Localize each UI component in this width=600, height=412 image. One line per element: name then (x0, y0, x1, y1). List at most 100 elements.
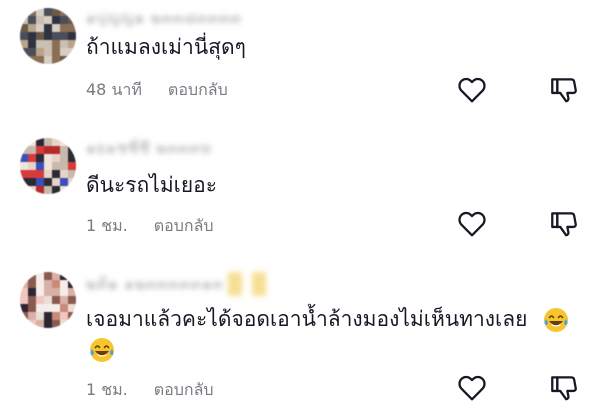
heart-outline-icon[interactable] (456, 208, 488, 240)
comment-item: ๒๓ี๑ ๑๒๓๓๓๓๓๑๓ เจอมาแล้วคะได้จอดเอาน้ำล้… (0, 262, 600, 412)
avatar-pixel (28, 146, 36, 154)
avatar-pixel (20, 16, 28, 24)
avatar-pixel (28, 40, 36, 48)
avatar-pixel (52, 170, 60, 178)
avatar[interactable] (20, 8, 76, 64)
avatar-pixel (60, 16, 68, 24)
avatar-pixel (28, 186, 36, 194)
avatar-pixel (36, 154, 44, 162)
username[interactable]: ๑บุ่ญญ๑ ๒๓๓๘๓๓๓๓ (86, 6, 242, 30)
avatar-pixel (36, 8, 44, 16)
avatar-pixel (52, 24, 60, 32)
avatar-pixel (68, 186, 76, 194)
avatar-pixel (68, 170, 76, 178)
avatar-pixel (44, 312, 52, 320)
avatar-pixel (20, 48, 28, 56)
reply-button[interactable]: ตอบกลับ (154, 214, 214, 239)
avatar-pixel (44, 8, 52, 16)
avatar-pixel (44, 288, 52, 296)
avatar-pixel (36, 312, 44, 320)
avatar-pixel (20, 186, 28, 194)
avatar-pixel (52, 40, 60, 48)
avatar-pixel (68, 272, 76, 280)
reply-button[interactable]: ตอบกลับ (154, 378, 214, 403)
laughing-tears-emoji (90, 338, 114, 362)
avatar-pixel (60, 162, 68, 170)
avatar-pixel (52, 16, 60, 24)
timestamp: 1 ชม. (86, 216, 128, 235)
avatar-pixel (36, 24, 44, 32)
avatar-pixel (52, 272, 60, 280)
avatar-pixel (20, 138, 28, 146)
avatar-pixel (68, 138, 76, 146)
avatar-pixel (20, 154, 28, 162)
username[interactable]: ๑ย๑ชซี่ซี ๒๓๓๓ษ (86, 136, 212, 160)
avatar-pixel (28, 320, 36, 328)
avatar-pixel (36, 288, 44, 296)
username[interactable]: ๒๓ี๑ ๑๒๓๓๓๓๓๑๓ (86, 272, 266, 296)
avatar-pixel (68, 288, 76, 296)
avatar-pixel (36, 272, 44, 280)
avatar-pixel (36, 138, 44, 146)
avatar-pixel (28, 272, 36, 280)
avatar-pixel (36, 40, 44, 48)
avatar-pixel (36, 32, 44, 40)
thumbs-down-outline-icon[interactable] (548, 208, 580, 240)
avatar-pixel (60, 40, 68, 48)
heart-outline-icon[interactable] (456, 74, 488, 106)
avatar-pixel (52, 138, 60, 146)
avatar-pixel (20, 280, 28, 288)
avatar-pixel (28, 48, 36, 56)
thumbs-down-outline-icon[interactable] (548, 74, 580, 106)
thumbs-down-outline-icon[interactable] (548, 372, 580, 404)
avatar-pixel (52, 48, 60, 56)
avatar-pixel (28, 178, 36, 186)
avatar-pixel (20, 56, 28, 64)
avatar-pixel (20, 170, 28, 178)
avatar-pixel (44, 24, 52, 32)
avatar-pixel (20, 24, 28, 32)
heart-outline-icon[interactable] (456, 372, 488, 404)
avatar-pixel (44, 138, 52, 146)
avatar-pixel (36, 320, 44, 328)
comment-text: ดีนะรถไม่เยอะ (86, 173, 218, 197)
comment-item: ๑ย๑ชซี่ซี ๒๓๓๓ษ ดีนะรถไม่เยอะ 1 ชม. ตอบก… (0, 130, 600, 260)
avatar-pixel (68, 320, 76, 328)
avatar-pixel (28, 304, 36, 312)
avatar-pixel (52, 56, 60, 64)
avatar-pixel (44, 48, 52, 56)
avatar-pixel (44, 16, 52, 24)
avatar-pixel (68, 32, 76, 40)
avatar-pixel (68, 154, 76, 162)
avatar-pixel (28, 32, 36, 40)
reply-button[interactable]: ตอบกลับ (168, 78, 228, 103)
comment-text: เจอมาแล้วคะได้จอดเอาน้ำล้างมองไม่เห็นทาง… (86, 304, 527, 334)
avatar-pixel (60, 48, 68, 56)
avatar-pixel (60, 186, 68, 194)
avatar-pixel (52, 320, 60, 328)
avatar-pixel (52, 304, 60, 312)
avatar-pixel (20, 272, 28, 280)
avatar-pixel (44, 280, 52, 288)
avatar-pixel (44, 56, 52, 64)
avatar-pixel (28, 312, 36, 320)
avatar-pixel (44, 146, 52, 154)
avatar-pixel (28, 138, 36, 146)
comment-item: ๑บุ่ญญ๑ ๒๓๓๘๓๓๓๓ ถ้าแมลงเม่านี่สุดๆ 48 น… (0, 0, 600, 130)
avatar-pixel (60, 288, 68, 296)
avatar-pixel (28, 56, 36, 64)
comment-meta: 1 ชม. ตอบกลับ (86, 214, 214, 239)
avatar[interactable] (20, 138, 76, 194)
avatar[interactable] (20, 272, 76, 328)
avatar-pixel (68, 304, 76, 312)
avatar-pixel (36, 186, 44, 194)
avatar-pixel (36, 48, 44, 56)
avatar-pixel (28, 162, 36, 170)
avatar-pixel (60, 8, 68, 16)
avatar-pixel (28, 8, 36, 16)
avatar-pixel (44, 186, 52, 194)
avatar-pixel (68, 56, 76, 64)
avatar-pixel (68, 8, 76, 16)
avatar-pixel (44, 154, 52, 162)
avatar-pixel (60, 138, 68, 146)
